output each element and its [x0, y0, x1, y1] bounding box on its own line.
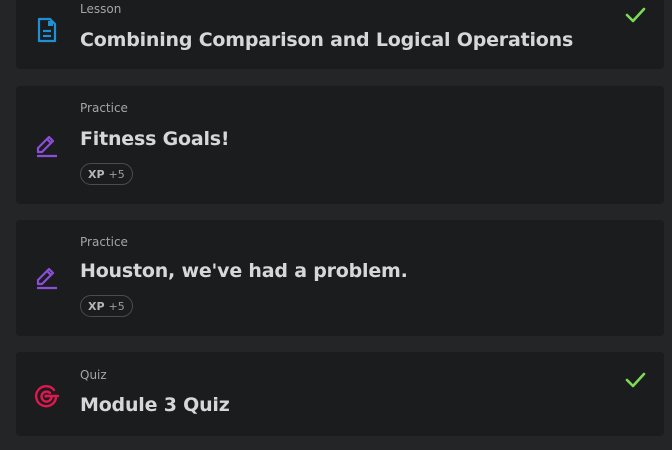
practice-card[interactable]: Practice Houston, we've had a problem. X… [16, 220, 664, 336]
quiz-card[interactable]: Quiz Module 3 Quiz [16, 352, 664, 436]
lesson-document-icon [34, 17, 60, 43]
item-kind-label: Quiz [80, 368, 107, 382]
xp-badge-label: XP [88, 299, 105, 313]
practice-card[interactable]: Practice Fitness Goals! XP +5 [16, 86, 664, 204]
item-kind-label: Practice [80, 101, 128, 115]
item-title[interactable]: Houston, we've had a problem. [80, 260, 408, 282]
xp-badge-value: +5 [108, 167, 125, 181]
lesson-card[interactable]: Lesson Combining Comparison and Logical … [16, 0, 664, 69]
item-kind-label: Practice [80, 235, 128, 249]
xp-badge: XP +5 [80, 295, 133, 317]
item-title[interactable]: Module 3 Quiz [80, 394, 230, 416]
item-kind-label: Lesson [80, 2, 122, 16]
item-title[interactable]: Fitness Goals! [80, 128, 230, 150]
practice-pencil-icon [34, 264, 60, 290]
xp-badge-label: XP [88, 167, 105, 181]
item-title[interactable]: Combining Comparison and Logical Operati… [80, 29, 573, 51]
xp-badge-value: +5 [108, 299, 125, 313]
practice-pencil-icon [34, 132, 60, 158]
completed-check-icon [624, 4, 646, 26]
xp-badge: XP +5 [80, 163, 133, 185]
quiz-target-icon [34, 383, 60, 409]
completed-check-icon [624, 369, 646, 391]
